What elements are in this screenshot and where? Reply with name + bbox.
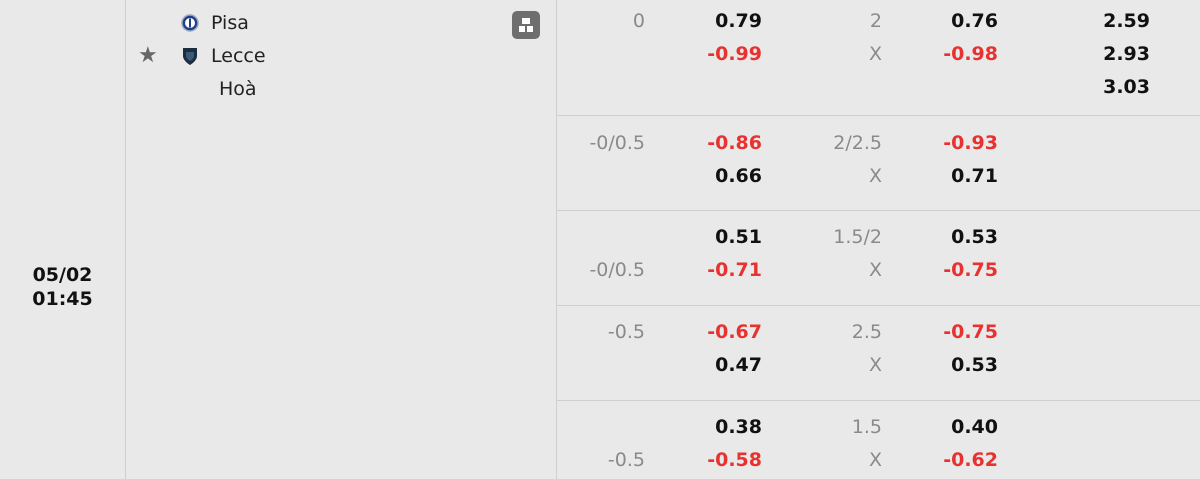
star-icon[interactable]: ★ [138, 41, 158, 71]
home-team-name: Pisa [211, 12, 249, 34]
total-line: 2.5 [851, 321, 882, 343]
handicap-line: -0.5 [607, 321, 645, 343]
total-line: 1.5/2 [833, 226, 882, 248]
total-line: 1.5 [851, 416, 882, 438]
total-x-label: X [868, 354, 882, 376]
odds-1x2-home[interactable]: 2.59 [1070, 9, 1150, 33]
total-x-label: X [868, 449, 882, 471]
odds-row: 0 0.79 -0.99 2 X 0.76 -0.98 2.59 2.93 3.… [557, 0, 1200, 116]
away-team-name: Lecce [211, 45, 266, 67]
match-teams-cell: Pisa ★ Lecce Hoà [126, 0, 557, 479]
odds-table: 0 0.79 -0.99 2 X 0.76 -0.98 2.59 2.93 3.… [557, 0, 1200, 479]
total-odds-over[interactable]: 0.76 [918, 9, 998, 33]
handicap-line: 0 [632, 10, 645, 32]
odds-row: -0.5 -0.67 0.47 2.5 X -0.75 0.53 [557, 306, 1200, 401]
handicap-odds-away[interactable]: -0.58 [682, 448, 762, 472]
total-x-label: X [868, 259, 882, 281]
handicap-odds-away[interactable]: -0.99 [682, 42, 762, 66]
pisa-crest-icon [181, 14, 199, 32]
total-odds-under[interactable]: 0.53 [918, 353, 998, 377]
handicap-line: -0/0.5 [589, 132, 645, 154]
total-odds-under[interactable]: -0.98 [918, 42, 998, 66]
handicap-line: -0/0.5 [589, 259, 645, 281]
draw-label: Hoà [219, 78, 257, 100]
handicap-odds-home[interactable]: -0.86 [682, 131, 762, 155]
odds-row: -0.5 0.38 -0.58 1.5 X 0.40 -0.62 [557, 401, 1200, 479]
total-x-label: X [868, 165, 882, 187]
odds-1x2-away[interactable]: 2.93 [1070, 42, 1150, 66]
stats-button[interactable] [512, 11, 540, 39]
handicap-odds-home[interactable]: 0.38 [682, 415, 762, 439]
match-time-cell: 05/02 01:45 [0, 0, 126, 479]
odds-1x2-draw[interactable]: 3.03 [1070, 75, 1150, 99]
total-odds-under[interactable]: 0.71 [918, 164, 998, 188]
total-odds-under[interactable]: -0.62 [918, 448, 998, 472]
handicap-odds-away[interactable]: -0.71 [682, 258, 762, 282]
handicap-line: -0.5 [607, 449, 645, 471]
total-odds-over[interactable]: -0.75 [918, 320, 998, 344]
total-line: 2/2.5 [833, 132, 882, 154]
total-odds-over[interactable]: -0.93 [918, 131, 998, 155]
match-time: 01:45 [32, 287, 93, 310]
odds-row: -0/0.5 0.51 -0.71 1.5/2 X 0.53 -0.75 [557, 211, 1200, 306]
match-date: 05/02 [32, 263, 93, 286]
total-odds-over[interactable]: 0.40 [918, 415, 998, 439]
total-x-label: X [868, 43, 882, 65]
total-odds-over[interactable]: 0.53 [918, 225, 998, 249]
lecce-crest-icon [183, 48, 197, 65]
stats-icon [519, 18, 533, 32]
handicap-odds-away[interactable]: 0.66 [682, 164, 762, 188]
handicap-odds-home[interactable]: 0.51 [682, 225, 762, 249]
odds-row: -0/0.5 -0.86 0.66 2/2.5 X -0.93 0.71 [557, 116, 1200, 211]
handicap-odds-home[interactable]: 0.79 [682, 9, 762, 33]
handicap-odds-home[interactable]: -0.67 [682, 320, 762, 344]
total-odds-under[interactable]: -0.75 [918, 258, 998, 282]
total-line: 2 [869, 10, 882, 32]
handicap-odds-away[interactable]: 0.47 [682, 353, 762, 377]
